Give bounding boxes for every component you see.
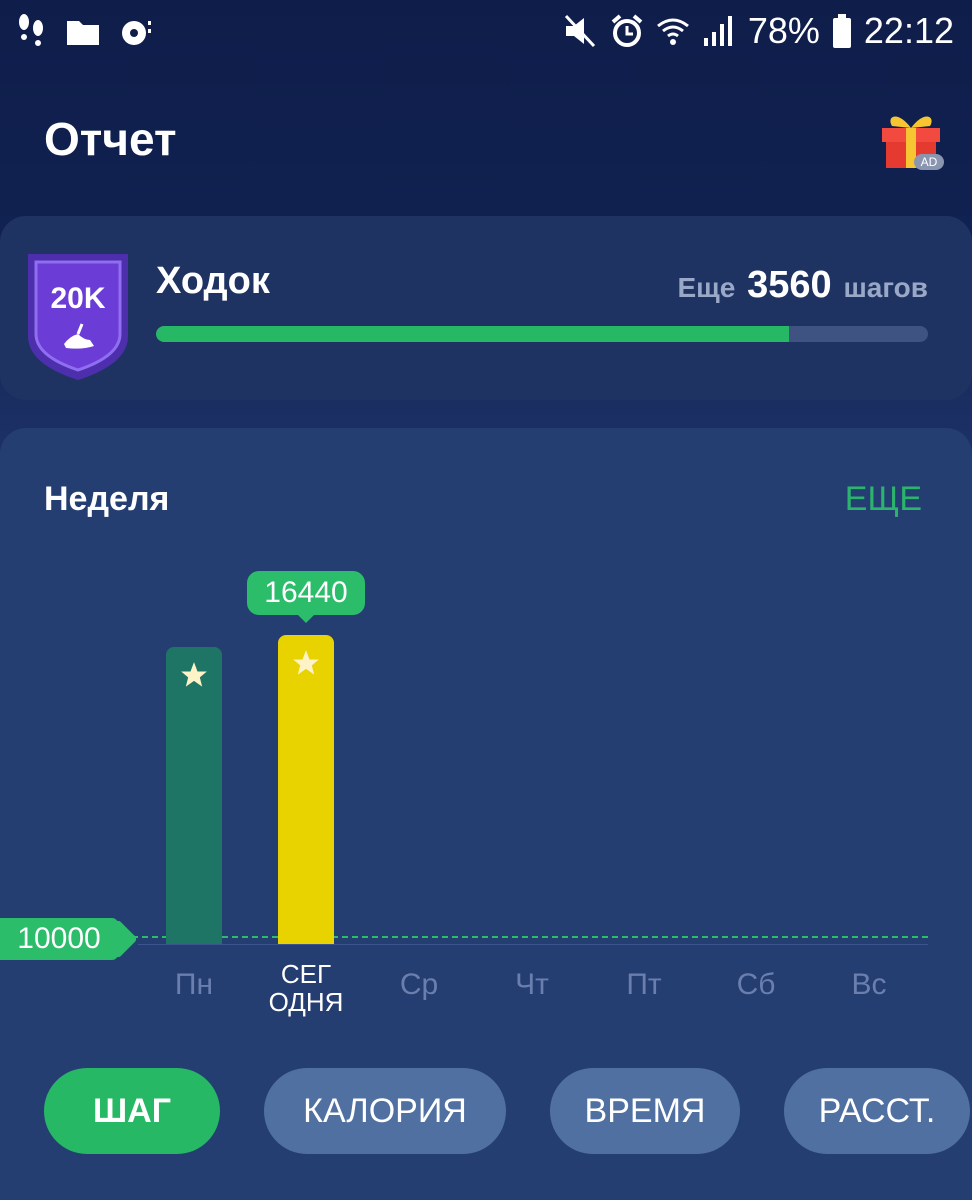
level-progress-fill xyxy=(156,326,790,342)
page-title: Отчет xyxy=(44,113,177,165)
app-header: Отчет AD xyxy=(0,70,972,216)
day-label-line: Пн xyxy=(174,968,214,1001)
gift-icon: AD xyxy=(882,116,944,170)
week-card: Неделя ЕЩЕ 10000 Пн СЕГ ОДНЯ 16440 Ср Чт Пт Сб В… xyxy=(0,428,972,1200)
tab-time[interactable]: ВРЕМЯ xyxy=(550,1068,740,1154)
star-icon xyxy=(293,650,319,675)
gift-ad-label: AD xyxy=(921,155,938,169)
tab-steps[interactable]: ШАГ xyxy=(44,1068,220,1154)
day-label-line: Вс xyxy=(851,968,887,1001)
star-icon xyxy=(181,662,207,687)
day-label[interactable]: Ср xyxy=(369,968,469,1002)
weekly-steps-chart: 10000 Пн СЕГ ОДНЯ 16440 Ср Чт Пт Сб Вс xyxy=(0,571,972,1028)
day-label-line: СЕГ xyxy=(280,959,332,989)
bar-today[interactable] xyxy=(278,635,334,944)
battery-percent: 78% xyxy=(747,10,820,51)
gift-ad-button[interactable]: AD xyxy=(878,106,946,172)
level-card[interactable]: 20K Ходок Еще 3560 шагов xyxy=(0,216,972,400)
status-left-icons xyxy=(16,12,154,52)
clock: 22:12 xyxy=(863,10,954,51)
level-name: Ходок xyxy=(156,260,270,302)
battery-icon xyxy=(832,14,851,48)
mute-icon xyxy=(564,14,595,48)
day-label[interactable]: Чт xyxy=(482,968,582,1002)
week-title: Неделя xyxy=(44,480,170,518)
goal-label: 10000 xyxy=(0,918,118,960)
day-label[interactable]: Пт xyxy=(594,968,694,1002)
remaining-suffix: шагов xyxy=(843,272,928,303)
signal-icon xyxy=(703,16,732,46)
bar-day[interactable] xyxy=(166,647,222,944)
status-right: 78% 22:12 xyxy=(562,10,954,52)
level-progress-bar xyxy=(156,326,928,342)
wifi-icon xyxy=(656,18,689,45)
more-link[interactable]: ЕЩЕ xyxy=(845,480,922,519)
day-label[interactable]: Сб xyxy=(706,968,806,1002)
day-label[interactable]: Пн xyxy=(144,968,244,1002)
level-badge-text: 20K xyxy=(50,282,105,315)
day-label-line: Чт xyxy=(515,968,549,1001)
folder-icon xyxy=(67,21,99,45)
level-badge: 20K xyxy=(26,252,130,382)
tab-distance[interactable]: РАССТ. xyxy=(784,1068,970,1154)
day-label[interactable]: СЕГ ОДНЯ xyxy=(256,960,356,1016)
day-label-line: Пт xyxy=(626,968,662,1001)
remaining-prefix: Еще xyxy=(677,272,736,303)
remaining-count: 3560 xyxy=(747,264,832,306)
music-note-icon xyxy=(122,21,151,45)
bar-value-tooltip: 16440 xyxy=(247,571,365,623)
metric-tabs: ШАГ КАЛОРИЯ ВРЕМЯ РАССТ. xyxy=(0,1068,972,1158)
day-label[interactable]: Вс xyxy=(819,968,919,1002)
remaining-steps: Еще 3560 шагов xyxy=(677,264,928,307)
day-label-line: Ср xyxy=(399,968,439,1001)
alarm-icon xyxy=(611,14,643,47)
day-label-line: ОДНЯ xyxy=(268,987,344,1017)
tab-calories[interactable]: КАЛОРИЯ xyxy=(264,1068,506,1154)
goal-line xyxy=(132,936,928,938)
chart-baseline xyxy=(138,944,928,945)
status-bar: 78% 22:12 xyxy=(0,0,972,70)
day-label-line: Сб xyxy=(736,968,776,1001)
footsteps-icon xyxy=(19,14,43,46)
